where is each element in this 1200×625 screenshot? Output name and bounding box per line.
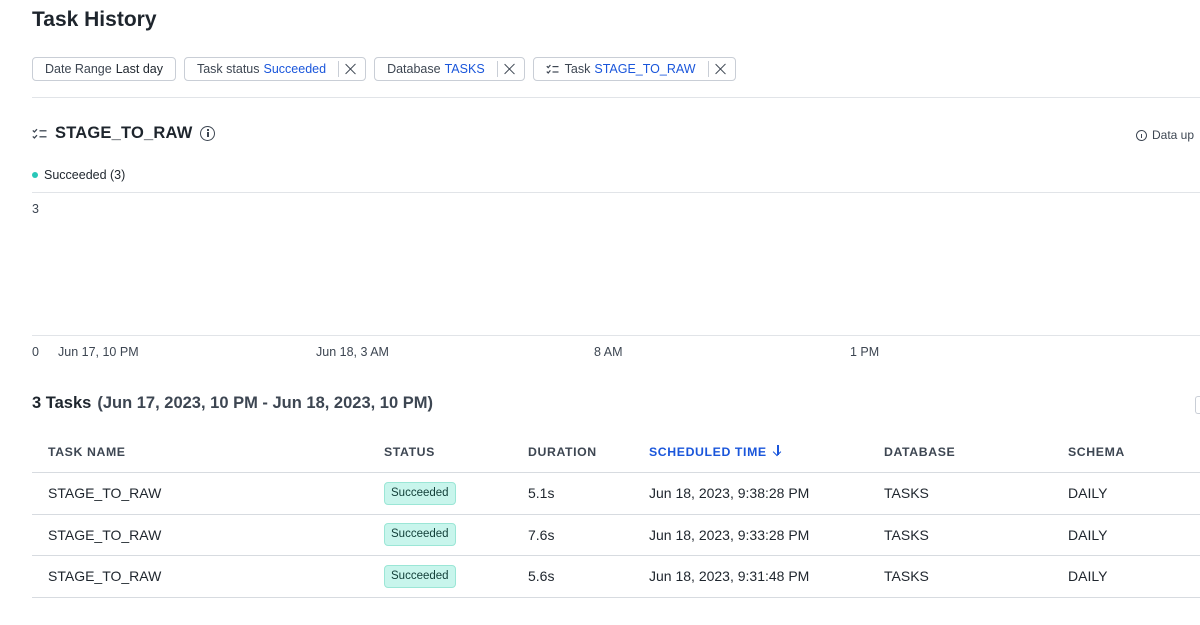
- cell-status: Succeeded: [384, 472, 528, 515]
- chart-canvas: 3 0 Jun 17, 10 PM Jun 18, 3 AM 8 AM 1 PM: [32, 192, 1200, 359]
- column-header-task-name[interactable]: TASK NAME: [32, 432, 384, 473]
- filter-value: STAGE_TO_RAW: [594, 62, 696, 76]
- filter-label: Date Range: [45, 62, 112, 76]
- cell-duration: 7.6s: [528, 514, 649, 556]
- info-icon[interactable]: [200, 126, 216, 141]
- cell-status: Succeeded: [384, 514, 528, 556]
- filter-value: TASKS: [444, 62, 485, 76]
- tasks-table: TASK NAME STATUS DURATION SCHEDULED TIME…: [32, 432, 1200, 598]
- data-updated-info: Data up: [1136, 128, 1200, 142]
- table-row[interactable]: STAGE_TO_RAW Succeeded 5.6s Jun 18, 2023…: [32, 555, 1200, 598]
- column-header-duration[interactable]: DURATION: [528, 432, 649, 473]
- filter-value: Succeeded: [263, 62, 327, 76]
- cell-schema: DAILY: [1068, 555, 1200, 598]
- page-title: Task History: [32, 8, 157, 31]
- table-row[interactable]: STAGE_TO_RAW Succeeded 7.6s Jun 18, 2023…: [32, 514, 1200, 556]
- chip-divider: [338, 61, 340, 77]
- y-tick-label: 3: [32, 202, 39, 216]
- section-divider: [32, 97, 1200, 98]
- cell-scheduled-time: Jun 18, 2023, 9:31:48 PM: [649, 555, 884, 598]
- task-title: STAGE_TO_RAW: [55, 124, 193, 142]
- cell-duration: 5.1s: [528, 472, 649, 515]
- y-tick-label: 0: [32, 345, 39, 359]
- status-badge: Succeeded: [384, 481, 456, 505]
- date-range-label: (Jun 17, 2023, 10 PM - Jun 18, 2023, 10 …: [97, 394, 433, 412]
- legend-label: Succeeded (3): [44, 168, 126, 182]
- filter-label: Database: [387, 62, 441, 76]
- filter-bar: Date Range Last day Task status Succeede…: [32, 57, 736, 81]
- column-header-label: SCHEDULED TIME: [649, 445, 767, 459]
- panel-toggle[interactable]: [1195, 396, 1200, 414]
- column-header-scheduled-time[interactable]: SCHEDULED TIME: [649, 432, 884, 473]
- status-badge: Succeeded: [384, 564, 456, 588]
- close-icon[interactable]: [715, 63, 727, 75]
- chart-legend: Succeeded (3): [32, 168, 125, 182]
- filter-date-range[interactable]: Date Range Last day: [32, 57, 176, 81]
- task-runs-chart: 3 0 Jun 17, 10 PM Jun 18, 3 AM 8 AM 1 PM: [0, 190, 1200, 365]
- cell-task-name: STAGE_TO_RAW: [32, 555, 384, 598]
- cell-schema: DAILY: [1068, 472, 1200, 515]
- filter-task[interactable]: Task STAGE_TO_RAW: [532, 57, 736, 81]
- column-header-schema[interactable]: SCHEMA: [1068, 432, 1200, 473]
- column-header-database[interactable]: DATABASE: [884, 432, 1068, 473]
- sort-descending-icon: [773, 445, 783, 457]
- cell-task-name: STAGE_TO_RAW: [32, 514, 384, 556]
- filter-task-status[interactable]: Task status Succeeded: [183, 57, 367, 81]
- status-badge: Succeeded: [384, 523, 456, 547]
- filter-database[interactable]: Database TASKS: [374, 57, 525, 81]
- filter-label: Task: [564, 62, 591, 76]
- x-tick-label: Jun 18, 3 AM: [316, 345, 389, 359]
- x-tick-label: Jun 17, 10 PM: [58, 345, 139, 359]
- task-count: 3 Tasks: [32, 394, 92, 412]
- close-icon[interactable]: [504, 63, 516, 75]
- x-tick-label: 1 PM: [850, 345, 879, 359]
- filter-value: Last day: [115, 62, 163, 76]
- table-row[interactable]: STAGE_TO_RAW Succeeded 5.1s Jun 18, 2023…: [32, 472, 1200, 515]
- cell-scheduled-time: Jun 18, 2023, 9:33:28 PM: [649, 514, 884, 556]
- cell-status: Succeeded: [384, 555, 528, 598]
- chip-divider: [707, 61, 709, 77]
- cell-schema: DAILY: [1068, 514, 1200, 556]
- table-header-row: TASK NAME STATUS DURATION SCHEDULED TIME…: [32, 432, 1200, 473]
- cell-database: TASKS: [884, 472, 1068, 515]
- cell-database: TASKS: [884, 514, 1068, 556]
- info-icon: [1136, 129, 1147, 141]
- data-updated-label: Data up: [1152, 128, 1195, 142]
- close-icon[interactable]: [345, 63, 357, 75]
- chip-divider: [496, 61, 498, 77]
- cell-database: TASKS: [884, 555, 1068, 598]
- task-icon: [32, 128, 47, 139]
- column-header-status[interactable]: STATUS: [384, 432, 528, 473]
- filter-label: Task status: [196, 62, 260, 76]
- cell-scheduled-time: Jun 18, 2023, 9:38:28 PM: [649, 472, 884, 515]
- task-icon: [546, 64, 559, 74]
- task-header: STAGE_TO_RAW: [32, 124, 216, 143]
- legend-swatch: [32, 172, 38, 178]
- table-heading: 3 Tasks (Jun 17, 2023, 10 PM - Jun 18, 2…: [32, 394, 433, 413]
- cell-task-name: STAGE_TO_RAW: [32, 472, 384, 515]
- cell-duration: 5.6s: [528, 555, 649, 598]
- x-tick-label: 8 AM: [594, 345, 623, 359]
